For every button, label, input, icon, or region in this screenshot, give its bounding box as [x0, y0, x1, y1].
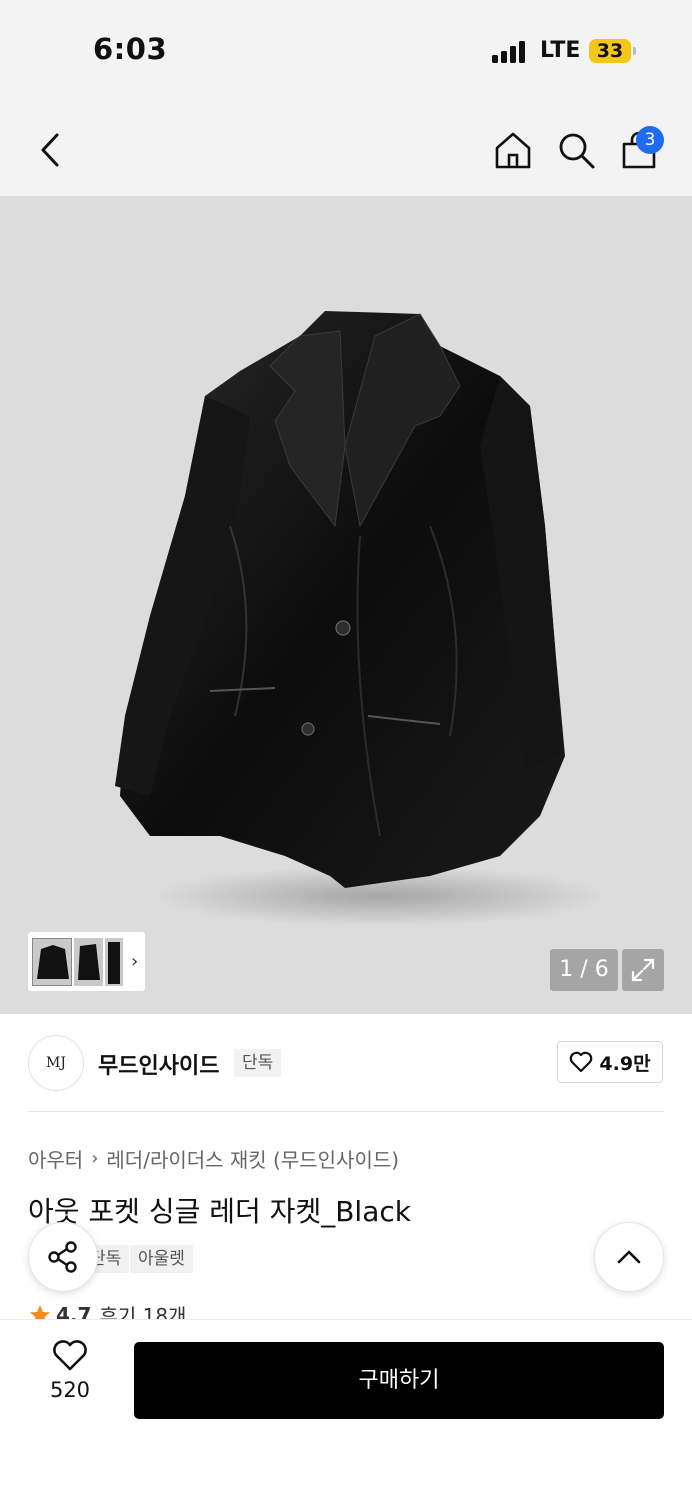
home-button[interactable] — [490, 127, 536, 173]
expand-icon — [631, 958, 655, 982]
thumbnail-strip[interactable]: › — [28, 932, 145, 991]
product-image-gallery[interactable]: › 1 / 6 — [0, 196, 692, 1014]
thumbnail-1[interactable] — [32, 937, 72, 986]
brand-name[interactable]: 무드인사이드 — [98, 1048, 219, 1080]
scroll-top-button[interactable] — [594, 1222, 664, 1292]
chevron-up-icon — [617, 1250, 641, 1264]
search-icon — [559, 133, 595, 169]
brand-like-button[interactable]: 4.9만 — [557, 1041, 663, 1083]
exclusive-tag: 단독 — [234, 1049, 282, 1077]
heart-icon — [53, 1340, 87, 1371]
chevron-left-icon — [41, 133, 59, 167]
share-icon — [48, 1241, 77, 1273]
network-label: LTE — [540, 38, 581, 63]
heart-icon — [570, 1051, 593, 1073]
status-time: 6:03 — [93, 32, 168, 66]
buy-button[interactable]: 구매하기 — [134, 1342, 664, 1419]
battery-icon: 33 — [589, 39, 631, 63]
breadcrumb: 아우터 › 레더/라이더스 재킷 (무드인사이드) — [28, 1144, 399, 1173]
divider — [28, 1111, 664, 1112]
expand-button[interactable] — [622, 949, 664, 991]
thumbnail-2[interactable] — [74, 937, 103, 986]
breadcrumb-subcategory[interactable]: 레더/라이더스 재킷 (무드인사이드) — [106, 1144, 399, 1173]
breadcrumb-category[interactable]: 아우터 — [28, 1144, 83, 1173]
thumbnail-3[interactable] — [105, 937, 123, 986]
brand-like-count: 4.9만 — [599, 1052, 651, 1075]
cart-badge: 3 — [636, 126, 664, 154]
image-counter: 1 / 6 — [550, 949, 618, 991]
share-button[interactable] — [28, 1222, 98, 1292]
back-button[interactable] — [30, 128, 70, 172]
product-photo — [115, 311, 610, 926]
signal-icon — [492, 41, 530, 63]
wishlist-count: 520 — [49, 1378, 91, 1402]
search-button[interactable] — [553, 127, 599, 173]
chevron-right-icon: › — [91, 1148, 99, 1169]
brand-logo[interactable]: MJ — [28, 1035, 84, 1091]
wishlist-button[interactable]: 520 — [30, 1340, 110, 1420]
product-tag-outlet: 아울렛 — [130, 1245, 193, 1273]
thumbnail-next-icon[interactable]: › — [131, 951, 138, 972]
battery-tip — [633, 47, 636, 55]
home-icon — [495, 132, 531, 169]
product-title: 아웃 포켓 싱글 레더 자켓_Black — [28, 1195, 411, 1228]
